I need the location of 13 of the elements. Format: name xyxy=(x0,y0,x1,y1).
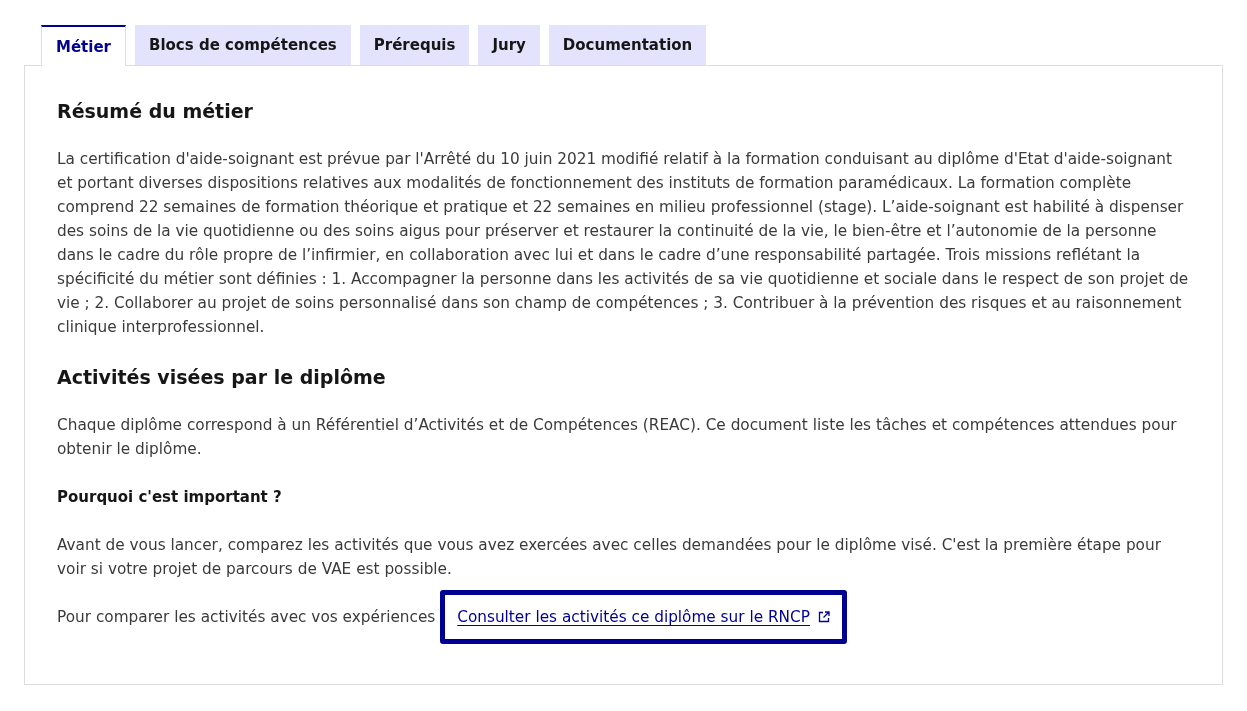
section-heading: Résumé du métier xyxy=(57,99,254,124)
section-heading: Activités visées par le diplôme xyxy=(57,365,387,390)
rncp-link[interactable]: Consulter les activités ce diplôme sur le RNCP xyxy=(440,590,847,644)
tab[interactable]: Documentation xyxy=(548,25,707,65)
tab[interactable]: Blocs de compétences xyxy=(135,25,351,65)
external-link-icon xyxy=(817,611,830,623)
tab[interactable]: Jury xyxy=(478,25,540,65)
paragraph: La certification d'aide-soignant est prévue par l'Arrêté du 10 juin 2021 modifié relatif à la formation conduisant au diplôme d'Etat d'aide-soignant et portant diverses dispositions relatives aux modalités de fonctionnement des instituts de formation paramédicaux. La formation complète comprend 22 semaines de formation théorique et pratique et 22 semaines en milieu professionnel (stage). L’aide-soignant est habilité à dispenser des soins de la vie quotidienne ou des soins aigus pour préserver et restaurer la continuité de la vie, le bien-être et l’autonomie de la personne dans le cadre du rôle propre de l’infirmier, en collaboration avec lui et dans le cadre d’une responsabilité partagée. Trois missions reflétant la spécificité du métier sont définies : 1. Accompagner la personne dans les activités de sa vie quotidienne et sociale dans le respect de son projet de vie ; 2. Collaborer au projet de soins personnalisé dans son champ de compétences ; 3. Contribuer à la prévention des risques et au raisonnement clinique interprofessionnel. xyxy=(57,149,1190,338)
paragraph: Chaque diplôme correspond à un Référentiel d’Activités et de Compétences (REAC). Ce document liste les tâches et compétences attendues pour obtenir le diplôme. xyxy=(57,415,1178,460)
tab[interactable]: Prérequis xyxy=(359,25,470,65)
subheading: Pourquoi c'est important ? xyxy=(57,487,283,508)
tab[interactable]: Métier xyxy=(41,25,126,66)
paragraph: Avant de vous lancer, comparez les activités que vous avez exercées avec celles demandées pour le diplôme visé. C'est la première étape pour voir si votre projet de parcours de VAE est possible. xyxy=(57,535,1162,580)
